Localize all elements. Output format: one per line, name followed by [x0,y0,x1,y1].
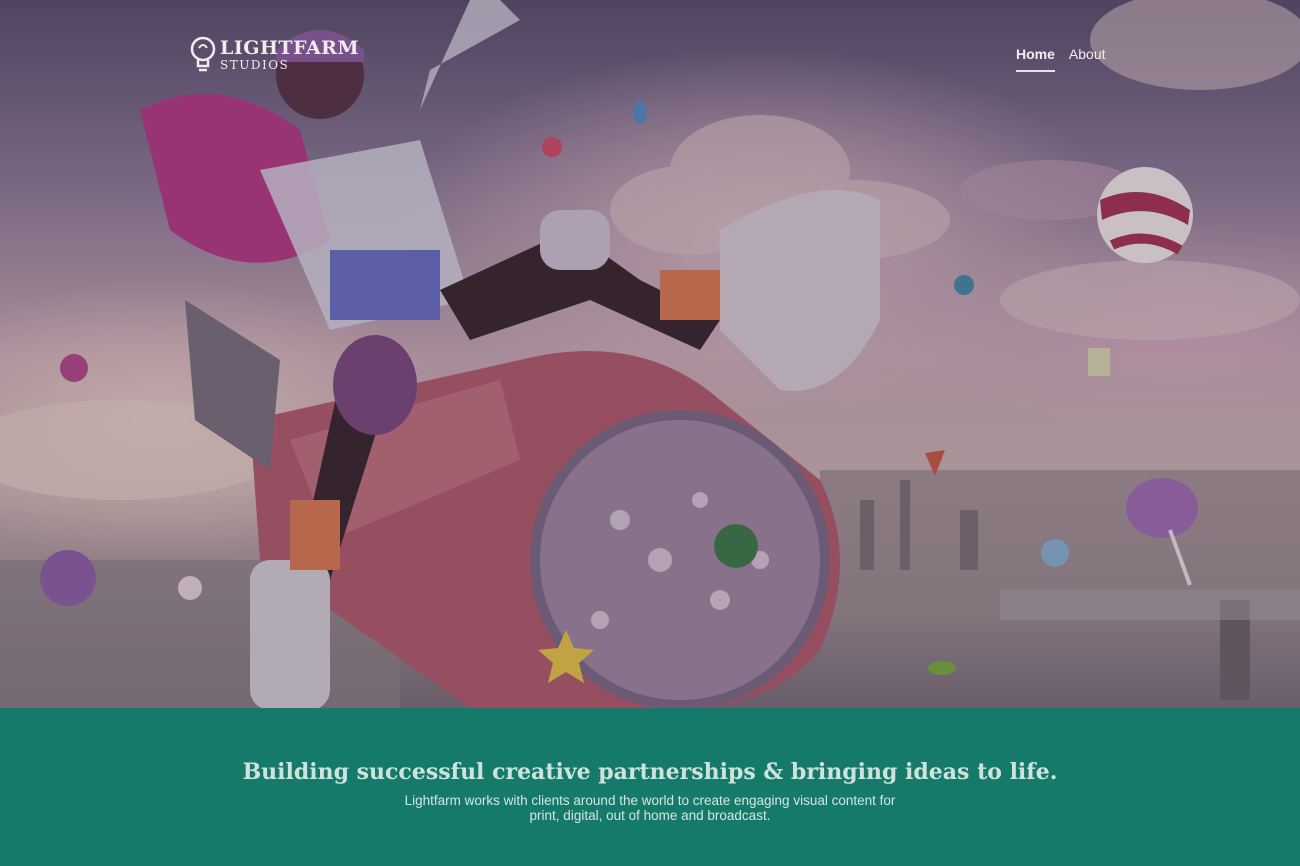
nav-about-link[interactable]: About [1069,46,1106,72]
intro-headline: Building successful creative partnership… [242,759,1058,785]
hero-overlay [0,0,1300,708]
intro-body: Lightfarm works with clients around the … [404,793,896,823]
hero-image [0,0,1300,708]
brand-logo[interactable]: LIGHTFARM STUDIOS [190,36,359,74]
brand-name: LIGHTFARM [220,37,360,59]
intro-band: Building successful creative partnership… [0,708,1300,866]
lightbulb-icon [190,36,216,72]
brand-subtitle: STUDIOS [220,58,290,72]
main-nav: Home About [1016,46,1106,72]
nav-home-link[interactable]: Home [1016,46,1055,72]
